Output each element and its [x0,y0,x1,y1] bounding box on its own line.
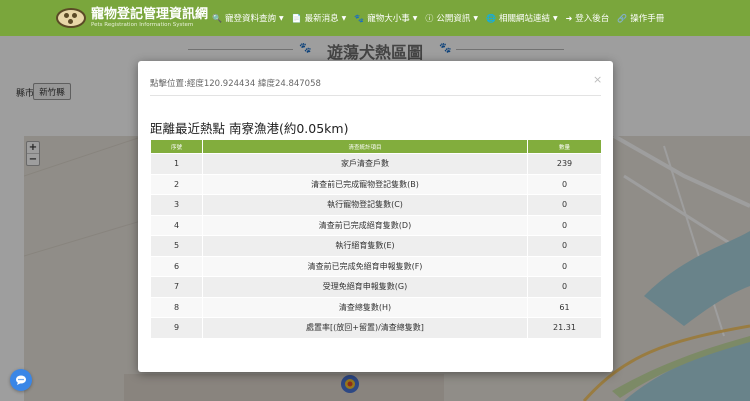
row-value: 0 [527,276,602,298]
row-value: 0 [527,214,602,236]
column-header-item: 清查統計項目 [202,139,528,154]
table-row: 2 清查前已完成寵物登記隻數(B) 0 [150,173,602,195]
close-icon[interactable]: × [593,73,602,86]
hotspot-info-dialog: 點擊位置:經度120.924434 緯度24.847058 × 距離最近熱點 南… [138,61,613,372]
row-item: 清查前已完成絕育隻數(D) [202,214,528,236]
nav-item-user-manual[interactable]: 🔗 操作手冊 [617,12,665,25]
row-no: 3 [150,194,203,216]
nav-item-label: 寵物大小事 [367,14,410,24]
nav-item-label: 相關網站連結 [498,14,550,24]
nav-menu: 🔍 寵登資料查詢 ▼ 📄 最新消息 ▼ 🐾 寵物大小事 ▼ ⓘ 公開資訊 ▼ 🌐… [212,0,672,36]
login-icon: ➜ [565,13,573,23]
row-value: 0 [527,255,602,277]
nearest-hotspot-heading: 距離最近熱點 南寮漁港(約0.05km) [150,121,349,136]
row-item: 家戶清查戶數 [202,153,528,175]
caret-down-icon: ▼ [278,14,284,22]
row-item: 清查前已完成寵物登記隻數(B) [202,173,528,195]
row-value: 239 [527,153,602,175]
row-item: 受理免絕育申報隻數(G) [202,276,528,298]
caret-down-icon: ▼ [473,14,478,22]
column-header-no: 序號 [150,139,203,154]
nav-item-pet-registration-query[interactable]: 🔍 寵登資料查詢 ▼ [212,12,284,25]
nav-item-related-links[interactable]: 🌐 相關網站連結 ▼ [485,12,558,25]
pets-logo-icon [56,7,88,29]
row-value: 0 [527,235,602,257]
nav-item-latest-news[interactable]: 📄 最新消息 ▼ [291,12,347,25]
globe-icon: 🌐 [485,13,496,23]
row-value: 61 [527,296,602,318]
row-item: 處置率[(放回+留置)/清查總隻數] [202,317,528,339]
top-navbar: 寵物登記管理資訊網 Pets Registration Information … [0,0,750,36]
chat-support-button[interactable] [10,369,32,391]
brand-title: 寵物登記管理資訊網 [91,6,209,22]
row-item: 執行寵物登記隻數(C) [202,194,528,216]
row-no: 7 [150,276,203,298]
nav-item-label: 寵登資料查詢 [224,14,276,24]
row-item: 清查前已完成免絕育申報隻數(F) [202,255,528,277]
row-item: 執行絕育隻數(E) [202,235,528,257]
caret-down-icon: ▼ [341,14,347,22]
caret-down-icon: ▼ [412,14,418,22]
row-value: 21.31 [527,317,602,339]
row-no: 5 [150,235,203,257]
table-row: 4 清查前已完成絕育隻數(D) 0 [150,214,602,236]
table-row: 3 執行寵物登記隻數(C) 0 [150,194,602,216]
brand-logo-link[interactable]: 寵物登記管理資訊網 Pets Registration Information … [56,4,208,32]
nav-item-public-info[interactable]: ⓘ 公開資訊 ▼ [425,12,478,25]
chat-bubble-icon [16,375,26,385]
info-icon: ⓘ [425,13,434,23]
nav-item-label: 最新消息 [304,14,339,24]
row-no: 1 [150,153,203,175]
row-item: 清查總隻數(H) [202,296,528,318]
nav-item-label: 公開資訊 [436,14,471,24]
nav-item-pet-matters[interactable]: 🐾 寵物大小事 ▼ [354,12,418,25]
row-value: 0 [527,194,602,216]
brand-subtitle: Pets Registration Information System [91,21,194,28]
table-row: 6 清查前已完成免絕育申報隻數(F) 0 [150,255,602,277]
table-row: 7 受理免絕育申報隻數(G) 0 [150,276,602,298]
row-no: 4 [150,214,203,236]
survey-stats-table: 序號 清查統計項目 數量 1 家戶清查戶數 239 2 清查前已完成寵物登記隻數… [150,139,602,339]
table-row: 8 清查總隻數(H) 61 [150,296,602,318]
nav-item-label: 登入後台 [575,14,610,24]
row-no: 8 [150,296,203,318]
row-no: 9 [150,317,203,339]
column-header-count: 數量 [527,139,602,154]
table-row: 5 執行絕育隻數(E) 0 [150,235,602,257]
row-no: 2 [150,173,203,195]
row-value: 0 [527,173,602,195]
search-icon: 🔍 [212,13,222,23]
row-no: 6 [150,255,203,277]
table-row: 1 家戶清查戶數 239 [150,153,602,175]
caret-down-icon: ▼ [552,14,558,22]
document-icon: 📄 [291,13,302,23]
table-row: 9 處置率[(放回+留置)/清查總隻數] 21.31 [150,317,602,339]
nav-item-label: 操作手冊 [630,14,665,24]
paw-icon: 🐾 [354,13,365,23]
link-icon: 🔗 [617,13,628,23]
dialog-divider [150,95,601,96]
nav-item-login-backend[interactable]: ➜ 登入後台 [565,12,610,25]
click-coordinates: 點擊位置:經度120.924434 緯度24.847058 [150,79,321,89]
